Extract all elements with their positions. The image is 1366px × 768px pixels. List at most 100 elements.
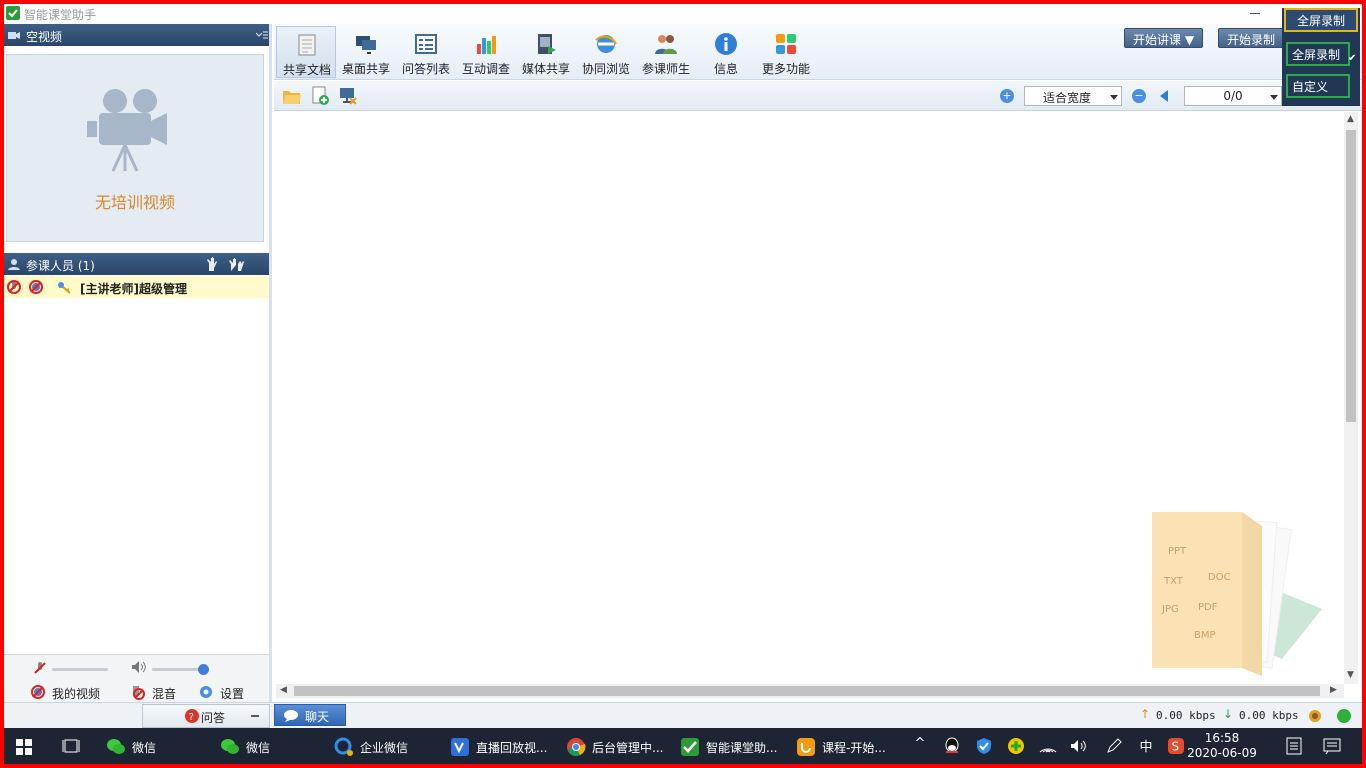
tool-co-browse[interactable]: 协同浏览: [576, 26, 636, 78]
movie-camera-icon: [87, 89, 167, 172]
volume-icon[interactable]: [1068, 736, 1088, 756]
wechat-icon: [107, 739, 125, 754]
survey-chart-icon: [477, 36, 496, 54]
menu-fullscreen-record[interactable]: 全屏录制: [1286, 42, 1350, 66]
chat-tab[interactable]: 聊天: [274, 704, 346, 726]
open-folder-icon[interactable]: [282, 86, 302, 106]
horizontal-scroll-thumb[interactable]: [294, 686, 1320, 696]
gear-icon: [200, 686, 212, 698]
tool-participants[interactable]: 参课师生: [636, 26, 696, 78]
task-view-icon[interactable]: [62, 738, 80, 754]
start-record-button[interactable]: 开始录制: [1218, 28, 1285, 48]
mix-audio-icon: [133, 686, 145, 700]
document-toolbar: + 适合宽度 − 0/0: [274, 81, 1362, 111]
no-video-text: 无培训视频: [94, 193, 175, 212]
tool-more-functions[interactable]: 更多功能: [756, 26, 816, 78]
previous-page-icon[interactable]: [1160, 90, 1168, 102]
scroll-left-icon[interactable]: ◀: [280, 685, 287, 695]
format-jpg: JPG: [1161, 604, 1179, 615]
mic-off-icon[interactable]: [32, 660, 48, 676]
vertical-scrollbar[interactable]: ▲ ▼: [1344, 112, 1358, 684]
left-panel: 空视频 无培训视频 参课人员 (1) [主讲老师]超级管理 我的视频 混音 设置: [4, 24, 272, 728]
menu-custom-record[interactable]: 自定义: [1286, 74, 1350, 98]
page-dropdown-caret-icon: [1270, 95, 1278, 100]
app-window: 智能课堂助手 × 空视频 无培训视频 参课人员 (1): [4, 4, 1362, 728]
zoom-out-button[interactable]: −: [1132, 89, 1146, 103]
format-txt: TXT: [1163, 576, 1184, 587]
dropdown-caret-icon: [1110, 95, 1118, 100]
video-app-icon: [451, 738, 469, 756]
tray-expand-icon[interactable]: ^: [910, 736, 930, 756]
svg-text:S: S: [1172, 740, 1180, 754]
speaker-icon[interactable]: [130, 659, 148, 675]
horizontal-scrollbar[interactable]: ◀ ▶: [276, 684, 1344, 698]
zoom-select[interactable]: 适合宽度: [1024, 86, 1122, 106]
sogou-ime-icon[interactable]: S: [1166, 736, 1186, 756]
smart-classroom-icon: [681, 738, 699, 756]
scroll-down-icon[interactable]: ▼: [1347, 670, 1354, 680]
plus-badge-icon[interactable]: [1006, 736, 1026, 756]
speaker-volume-knob[interactable]: [198, 664, 209, 675]
zoom-in-button[interactable]: +: [1000, 89, 1014, 103]
more-grid-icon: [776, 34, 796, 54]
tool-media-share[interactable]: 媒体共享: [516, 26, 576, 78]
qa-tab[interactable]: ? 问答: [142, 704, 270, 728]
connection-ok-icon: [1337, 709, 1351, 723]
new-document-icon[interactable]: [310, 86, 330, 106]
panel-splitter[interactable]: [269, 24, 272, 728]
start-lecture-button[interactable]: 开始讲课 ▼: [1124, 28, 1204, 48]
notes-icon[interactable]: [1284, 736, 1304, 756]
clock-date: 2020-06-09: [1187, 746, 1257, 760]
chevron-down-icon: ▼: [1184, 33, 1195, 47]
clock-time: 16:58: [1204, 731, 1240, 745]
people-icon: [655, 35, 677, 54]
mic-muted-icon[interactable]: [6, 279, 22, 295]
upload-arrow-icon: ↑: [1140, 707, 1151, 721]
menu-fullscreen-record-header[interactable]: 全屏录制: [1284, 8, 1358, 32]
format-bmp: BMP: [1194, 630, 1216, 641]
participant-row[interactable]: [主讲老师]超级管理: [4, 276, 270, 298]
vertical-scroll-thumb[interactable]: [1346, 130, 1356, 422]
title-bar: 智能课堂助手 ×: [4, 4, 1362, 24]
security-shield-icon[interactable]: [974, 736, 994, 756]
scroll-up-icon[interactable]: ▲: [1347, 114, 1354, 124]
system-clock[interactable]: 16:58 2020-06-09: [1186, 731, 1258, 761]
tool-share-document[interactable]: 共享文档: [276, 26, 336, 78]
participants-header: 参课人员 (1): [4, 253, 272, 275]
action-center-icon[interactable]: [1322, 736, 1342, 756]
document-tools-icon[interactable]: [338, 86, 358, 106]
format-ppt: PPT: [1168, 546, 1187, 557]
pen-icon[interactable]: [1104, 736, 1124, 756]
collapse-icon[interactable]: [251, 715, 259, 717]
tool-desktop-share[interactable]: 桌面共享: [336, 26, 396, 78]
ime-indicator[interactable]: 中: [1136, 736, 1156, 756]
panel-menu-icon[interactable]: [256, 30, 268, 40]
wifi-icon[interactable]: [1038, 736, 1058, 756]
minimize-button[interactable]: [1244, 4, 1268, 22]
page-select[interactable]: 0/0: [1184, 86, 1282, 106]
media-share-icon: [538, 34, 556, 54]
mic-volume-slider[interactable]: [52, 668, 108, 671]
tool-qa-list[interactable]: 问答列表: [396, 26, 456, 78]
tool-survey[interactable]: 互动调查: [456, 26, 516, 78]
scroll-right-icon[interactable]: ▶: [1330, 685, 1337, 695]
tool-info[interactable]: 信息: [696, 26, 756, 78]
wecom-icon: [334, 737, 353, 756]
document-view[interactable]: PPT DOC TXT PDF JPG BMP: [276, 112, 1342, 684]
video-panel-header: 空视频: [4, 24, 272, 46]
hands-down-icon[interactable]: [228, 256, 246, 272]
video-display: 无培训视频: [6, 54, 264, 242]
app-logo-icon: [6, 6, 20, 20]
raise-hand-icon[interactable]: [204, 256, 220, 272]
upload-speed: 0.00 kbps: [1156, 709, 1216, 722]
qq-icon[interactable]: [942, 736, 962, 756]
media-controls: 我的视频 混音 设置: [4, 654, 270, 702]
svg-text:?: ?: [189, 712, 194, 723]
my-video-icon: [31, 685, 45, 699]
camera-muted-icon[interactable]: [28, 279, 44, 295]
document-icon: [298, 34, 316, 56]
desktop-share-icon: [356, 36, 376, 54]
speaker-volume-slider[interactable]: [152, 664, 209, 675]
windows-start-icon[interactable]: [16, 739, 32, 755]
video-panel-title: 空视频: [26, 30, 63, 44]
